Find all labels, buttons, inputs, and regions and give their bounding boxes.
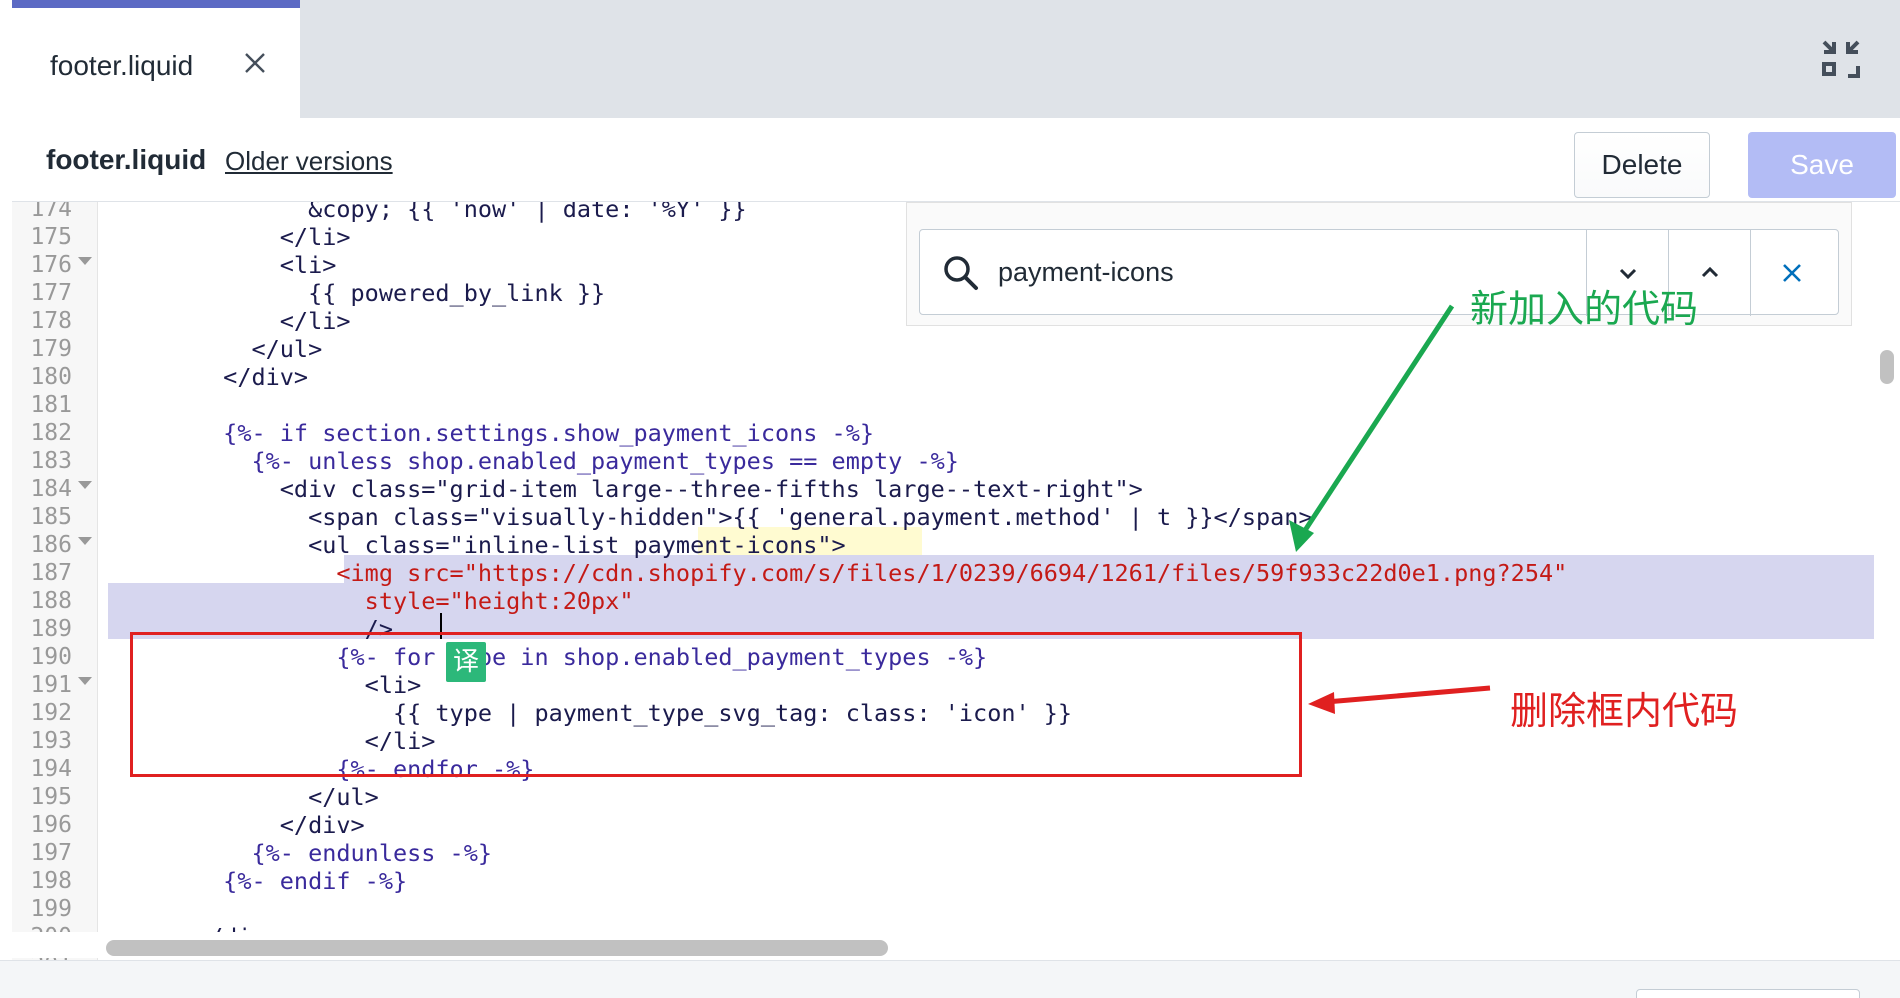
- code-line: </ul>: [110, 783, 379, 811]
- code-line: {{ powered_by_link }}: [110, 279, 606, 307]
- code-line: style="height:20px": [110, 587, 634, 615]
- tab-label: footer.liquid: [50, 50, 194, 81]
- translate-badge[interactable]: 译: [446, 642, 486, 682]
- line-number: 195: [30, 784, 72, 810]
- code-line: <ul class="inline-list payment-icons">: [110, 531, 846, 559]
- line-number: 197: [30, 840, 72, 866]
- line-number: 189: [30, 616, 72, 642]
- delete-button[interactable]: Delete: [1574, 132, 1710, 198]
- collapse-icon[interactable]: [1820, 38, 1862, 80]
- line-number: 177: [30, 280, 72, 306]
- file-title: footer.liquid: [46, 144, 207, 175]
- line-number: 194: [30, 756, 72, 782]
- horizontal-scrollbar[interactable]: [106, 940, 888, 956]
- tab-strip: footer.liquid: [0, 0, 1900, 118]
- fold-toggle-icon[interactable]: [78, 481, 92, 489]
- code-line: <span class="visually-hidden">{{ 'genera…: [110, 503, 1313, 531]
- chevron-up-icon: [1701, 266, 1719, 278]
- line-number: 175: [30, 224, 72, 250]
- search-icon: [944, 256, 978, 290]
- line-number: 181: [30, 392, 72, 418]
- code-line: </li>: [110, 223, 351, 251]
- delete-code-annotation: 删除框内代码: [1510, 689, 1739, 733]
- line-number: 180: [30, 364, 72, 390]
- line-number: 184: [30, 476, 72, 502]
- code-line: </div>: [110, 811, 365, 839]
- bottom-bar: [0, 960, 1900, 998]
- line-number: 192: [30, 700, 72, 726]
- older-versions-link[interactable]: Older versions: [225, 146, 393, 177]
- fold-toggle-icon[interactable]: [78, 257, 92, 265]
- line-number: 185: [30, 504, 72, 530]
- line-number: 183: [30, 448, 72, 474]
- vertical-scrollbar[interactable]: [1880, 350, 1894, 384]
- close-icon: [1783, 264, 1801, 282]
- fold-toggle-icon[interactable]: [78, 677, 92, 685]
- delete-region-box: [130, 632, 1302, 777]
- line-number: 174: [30, 202, 72, 222]
- line-number: 190: [30, 644, 72, 670]
- find-box: [919, 229, 1839, 316]
- new-code-annotation: 新加入的代码: [1470, 287, 1699, 331]
- line-number: 187: [30, 560, 72, 586]
- search-input[interactable]: [998, 250, 1468, 294]
- bottom-button[interactable]: [1636, 989, 1860, 998]
- fold-toggle-icon[interactable]: [78, 537, 92, 545]
- editor-header: footer.liquid Older versions Delete Save: [12, 118, 1900, 202]
- close-search-button[interactable]: [1750, 230, 1838, 316]
- code-line: {%- unless shop.enabled_payment_types ==…: [110, 447, 959, 475]
- line-number: 188: [30, 588, 72, 614]
- line-number: 199: [30, 896, 72, 922]
- code-line: &copy; {{ 'now' | date: '%Y' }}: [110, 202, 747, 223]
- code-line: </li>: [110, 307, 351, 335]
- code-line: <div class="grid-item large--three-fifth…: [110, 475, 1143, 503]
- line-number: 193: [30, 728, 72, 754]
- close-icon[interactable]: [240, 48, 270, 78]
- code-line: <li>: [110, 251, 337, 279]
- code-line: {%- endunless -%}: [110, 839, 493, 867]
- line-number: 186: [30, 532, 72, 558]
- find-panel: [906, 202, 1852, 326]
- code-line: {%- if section.settings.show_payment_ico…: [110, 419, 875, 447]
- code-line: </div>: [110, 363, 309, 391]
- line-number: 178: [30, 308, 72, 334]
- line-number: 176: [30, 252, 72, 278]
- line-number: 191: [30, 672, 72, 698]
- save-button[interactable]: Save: [1748, 132, 1896, 198]
- line-number-gutter: 174 175 176 177 178 179 180 181 182 183 …: [12, 202, 98, 960]
- line-number: 182: [30, 420, 72, 446]
- code-line: </ul>: [110, 335, 323, 363]
- line-number: 198: [30, 868, 72, 894]
- code-line: <img src="https://cdn.shopify.com/s/file…: [110, 559, 1568, 587]
- code-line: {%- endif -%}: [110, 867, 408, 895]
- line-number: 179: [30, 336, 72, 362]
- tab-footer-liquid[interactable]: footer.liquid: [12, 0, 300, 118]
- line-number: 196: [30, 812, 72, 838]
